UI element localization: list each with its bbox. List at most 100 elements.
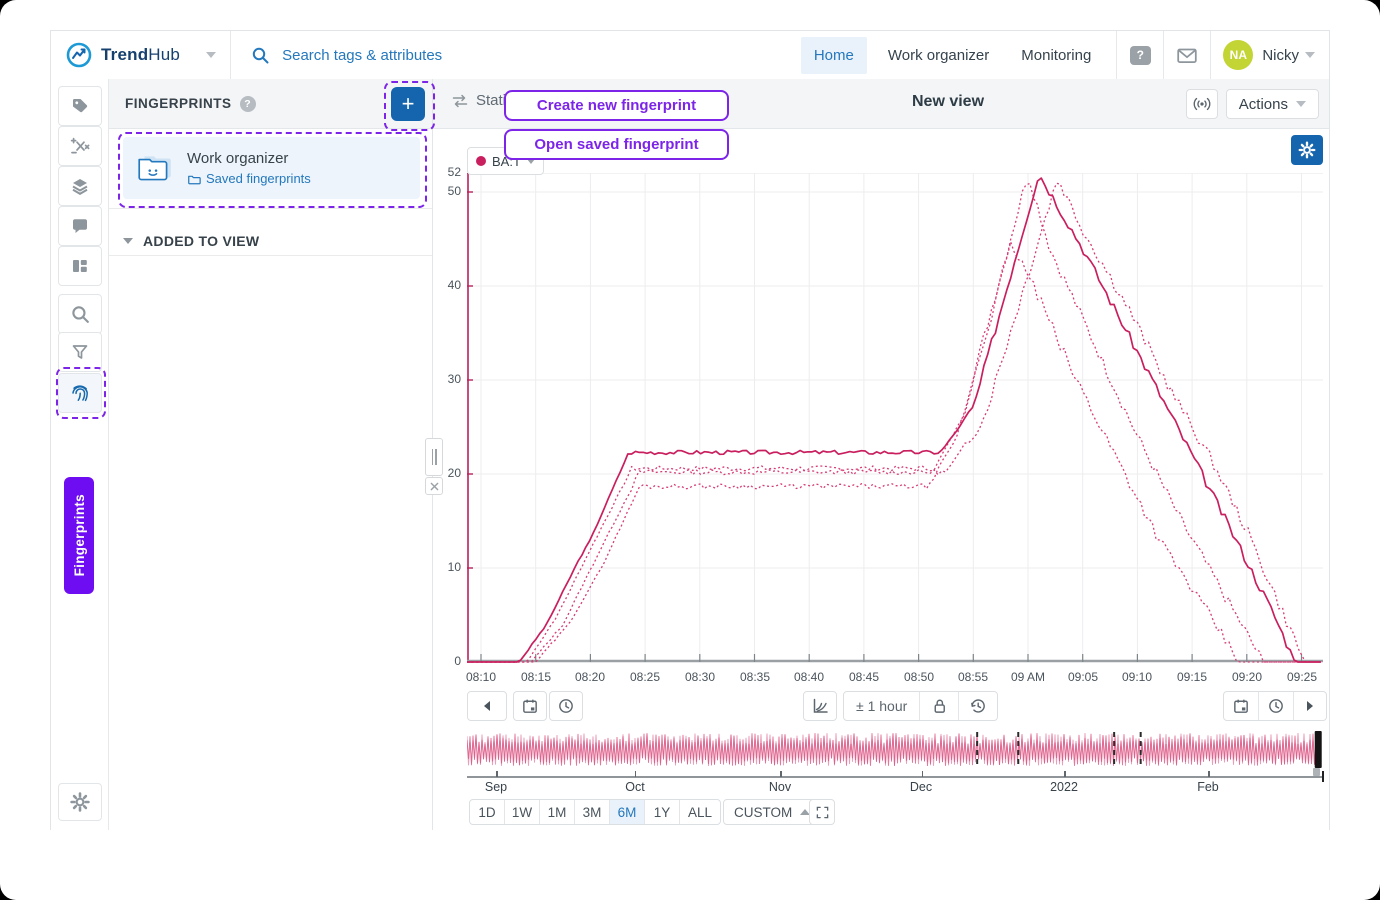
history-button[interactable]	[958, 692, 997, 720]
rail-calculations-button[interactable]	[58, 126, 102, 166]
pane-resize-handle[interactable]	[425, 438, 443, 476]
set-start-time-button[interactable]	[549, 691, 583, 721]
x-tick-label: 08:55	[951, 670, 995, 684]
saved-fingerprints-link[interactable]: Saved fingerprints	[187, 171, 311, 186]
timeline-end-tick	[1322, 771, 1324, 782]
layers-icon	[70, 176, 90, 196]
pan-right-button[interactable]	[1293, 692, 1326, 720]
clock-icon	[1267, 697, 1285, 715]
rail-search-button[interactable]	[58, 294, 102, 334]
range-1y-button[interactable]: 1Y	[644, 800, 679, 824]
close-pane-button[interactable]	[425, 477, 443, 495]
range-1d-button[interactable]: 1D	[470, 800, 504, 824]
range-1w-button[interactable]: 1W	[504, 800, 539, 824]
tab-home[interactable]: Home	[801, 37, 867, 74]
view-title: New view	[848, 93, 1048, 111]
divider	[109, 208, 432, 209]
x-tick-label: 09 AM	[1006, 670, 1050, 684]
x-tick-label: 09:10	[1115, 670, 1159, 684]
timeline-minimap[interactable]	[467, 730, 1323, 770]
timeline-month-tick	[780, 771, 782, 777]
chart-settings-button[interactable]	[1291, 135, 1323, 165]
help-button[interactable]: ?	[1117, 31, 1163, 79]
rail-views-button[interactable]	[58, 246, 102, 286]
x-tick-label: 09:15	[1170, 670, 1214, 684]
messages-button[interactable]	[1164, 31, 1210, 79]
panel-title: FINGERPRINTS	[125, 96, 232, 111]
range-6m-button[interactable]: 6M	[609, 800, 644, 824]
timeline-month-tick	[635, 771, 637, 777]
operations-icon	[70, 136, 90, 156]
fingerprint-item-title: Work organizer	[187, 150, 311, 167]
help-icon: ?	[1130, 46, 1151, 65]
panel-help-icon[interactable]: ?	[240, 96, 256, 112]
search-icon	[70, 304, 91, 325]
pan-left-button[interactable]	[467, 691, 507, 721]
rail-settings-button[interactable]	[58, 783, 102, 821]
global-search[interactable]	[231, 46, 704, 65]
swap-arrows-icon	[451, 93, 469, 109]
set-start-date-button[interactable]	[513, 691, 547, 721]
lock-offset-button[interactable]	[919, 692, 958, 720]
compare-trends-button[interactable]	[803, 691, 837, 721]
close-icon	[430, 482, 439, 491]
timeline-month-tick	[922, 771, 924, 777]
gear-icon	[1297, 140, 1317, 160]
work-organizer-card[interactable]: Work organizer Saved fingerprints	[123, 137, 420, 199]
offset-amount-button[interactable]: ± 1 hour	[844, 692, 919, 720]
month-label: Oct	[613, 780, 657, 794]
live-mode-button[interactable]	[1186, 89, 1218, 119]
added-to-view-section[interactable]: ADDED TO VIEW	[109, 226, 432, 256]
chevron-down-icon	[1296, 101, 1306, 107]
screen-canvas: TrendHub Home Work organizer Monitoring …	[0, 0, 1380, 900]
rail-fingerprints-button[interactable]	[58, 373, 102, 413]
range-all-button[interactable]: ALL	[679, 800, 720, 824]
search-input[interactable]	[280, 46, 704, 65]
rail-comments-button[interactable]	[58, 206, 102, 246]
minimap-selection-handle[interactable]	[1313, 768, 1320, 776]
x-tick-label: 09:20	[1225, 670, 1269, 684]
tab-work-organizer[interactable]: Work organizer	[875, 37, 1002, 74]
rail-filter-button[interactable]	[58, 332, 102, 372]
folder-smiley-icon	[135, 151, 175, 185]
trend-chart[interactable]	[467, 173, 1323, 663]
range-1m-button[interactable]: 1M	[539, 800, 574, 824]
calendar-icon	[521, 697, 539, 715]
fingerprints-panel: FINGERPRINTS ? + Work organizer Saved fi…	[109, 79, 433, 830]
app-window: TrendHub Home Work organizer Monitoring …	[50, 30, 1330, 830]
user-name: Nicky	[1262, 47, 1299, 64]
set-end-time-button[interactable]	[1258, 692, 1293, 720]
fingerprints-panel-header: FINGERPRINTS ?	[109, 79, 432, 129]
timeline-month-tick	[1208, 771, 1210, 777]
timeline-month-tick	[1064, 771, 1066, 777]
rail-layers-button[interactable]	[58, 166, 102, 206]
brand-chevron-down-icon[interactable]	[206, 52, 216, 58]
fingerprints-panel-tab[interactable]: Fingerprints	[64, 477, 94, 594]
brand[interactable]: TrendHub	[51, 41, 216, 69]
actions-button[interactable]: Actions	[1226, 89, 1319, 119]
fingerprint-icon	[69, 382, 91, 404]
x-tick-label: 09:05	[1061, 670, 1105, 684]
collapse-triangle-icon	[123, 238, 133, 244]
clock-icon	[557, 697, 575, 715]
range-3m-button[interactable]: 3M	[574, 800, 609, 824]
y-tick-label: 10	[435, 560, 461, 574]
month-label: Sep	[474, 780, 518, 794]
create-fingerprint-button[interactable]: +	[391, 87, 425, 121]
user-menu[interactable]: NA Nicky	[1211, 40, 1315, 70]
user-chevron-down-icon	[1305, 52, 1315, 58]
y-tick-label: 40	[435, 278, 461, 292]
chevron-right-icon	[1307, 701, 1313, 711]
custom-range-button[interactable]: CUSTOM	[723, 799, 821, 825]
tab-monitoring[interactable]: Monitoring	[1008, 37, 1104, 74]
x-tick-label: 08:20	[568, 670, 612, 684]
fit-view-button[interactable]	[809, 799, 835, 825]
rail-tags-button[interactable]	[58, 86, 102, 126]
y-tick-label: 52	[435, 165, 461, 179]
trendhub-logo-icon	[65, 41, 93, 69]
x-tick-label: 08:35	[733, 670, 777, 684]
main-area: Statistics New view Actions	[433, 79, 1329, 830]
y-tick-label: 50	[435, 184, 461, 198]
timeline-month-tick	[496, 771, 498, 777]
set-end-date-button[interactable]	[1224, 692, 1258, 720]
